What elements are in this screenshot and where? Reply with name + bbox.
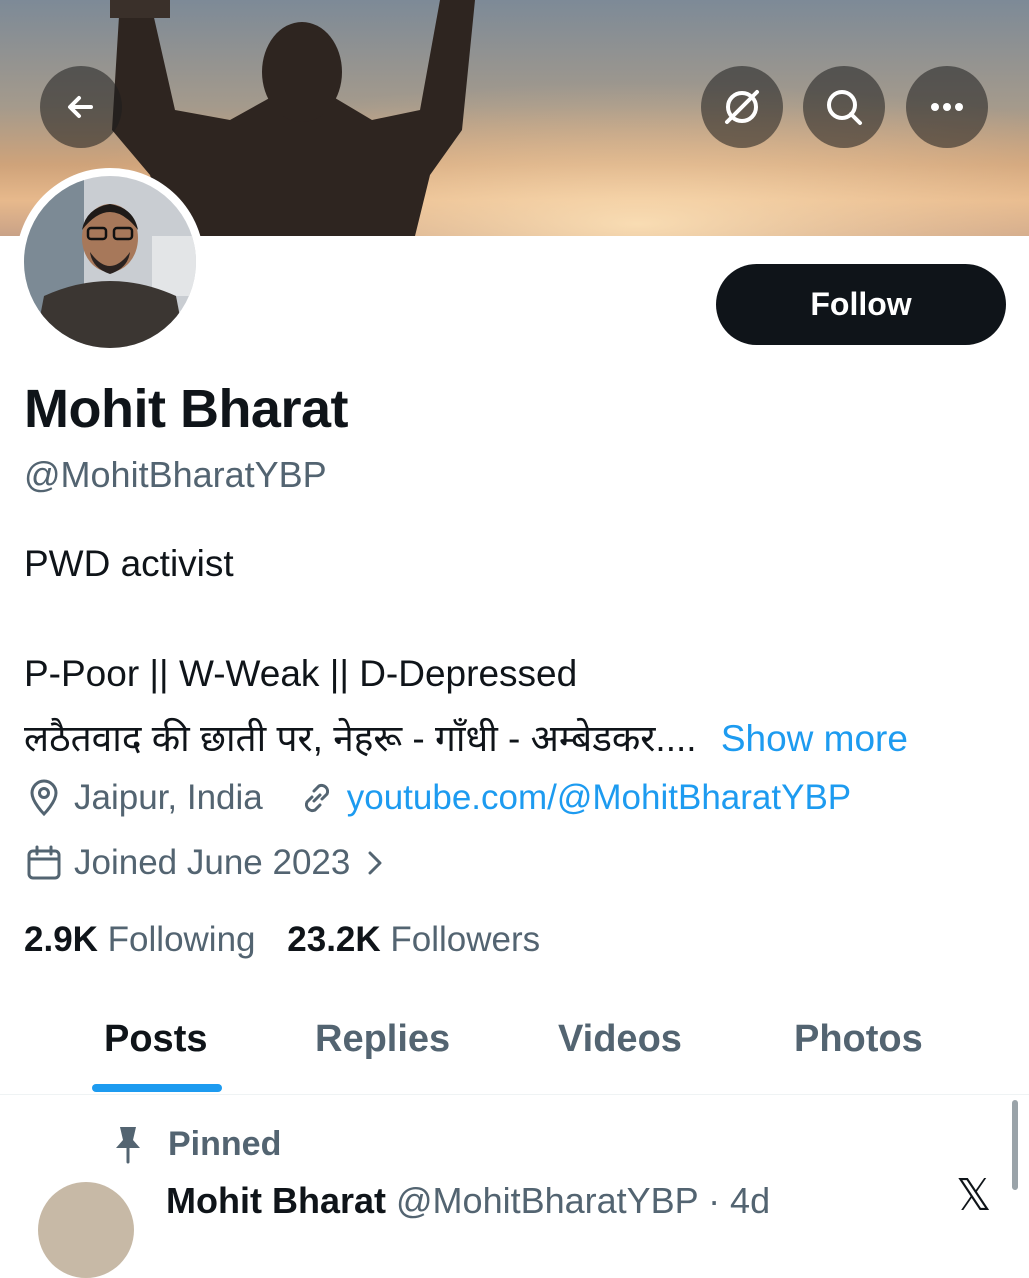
calendar-icon <box>24 843 64 883</box>
pinned-indicator: Pinned <box>110 1124 281 1164</box>
followers-stat[interactable]: 23.2K Followers <box>287 920 540 959</box>
tab-photos[interactable]: Photos <box>794 1018 923 1061</box>
profile-meta-row: Jaipur, India youtube.com/@MohitBharatYB… <box>24 778 851 818</box>
post-author-handle: @MohitBharatYBP <box>396 1180 699 1221</box>
back-arrow-icon <box>61 87 101 127</box>
x-logo-icon: 𝕏 <box>956 1171 992 1220</box>
profile-avatar[interactable] <box>16 168 204 356</box>
show-more-link[interactable]: Show more <box>721 718 908 759</box>
profile-handle: @MohitBharatYBP <box>24 454 327 495</box>
following-stat[interactable]: 2.9K Following <box>24 920 256 959</box>
following-label: Following <box>107 920 256 959</box>
following-count: 2.9K <box>24 920 98 959</box>
follow-stats: 2.9K Following 23.2K Followers <box>24 920 540 960</box>
joined-row[interactable]: Joined June 2023 <box>24 843 396 883</box>
pinned-label: Pinned <box>168 1124 282 1163</box>
search-icon <box>823 86 865 128</box>
profile-joined: Joined June 2023 <box>74 843 351 882</box>
tab-posts[interactable]: Posts <box>104 1018 207 1061</box>
more-button[interactable] <box>906 66 988 148</box>
profile-website-link[interactable]: youtube.com/@MohitBharatYBP <box>347 778 851 818</box>
profile-tabs: Posts Replies Videos Photos <box>0 1010 1029 1095</box>
post-author-avatar[interactable] <box>38 1182 134 1278</box>
bio-line-1: PWD activist <box>24 543 234 584</box>
followers-count: 23.2K <box>287 920 381 959</box>
profile-location: Jaipur, India <box>74 778 263 817</box>
chevron-right-icon <box>364 848 386 878</box>
post-header: Mohit Bharat @MohitBharatYBP · 4d <box>166 1180 770 1222</box>
profile-name: Mohit Bharat <box>24 379 349 439</box>
bio-line-3: लठैतवाद की छाती पर, नेहरू - गाँधी - अम्ब… <box>24 718 697 759</box>
link-icon <box>297 778 337 818</box>
post-author-name[interactable]: Mohit Bharat <box>166 1180 386 1221</box>
search-button[interactable] <box>803 66 885 148</box>
bio-line-3-container: लठैतवाद की छाती पर, नेहरू - गाँधी - अम्ब… <box>24 711 908 762</box>
more-icon <box>926 86 968 128</box>
follow-button[interactable]: Follow <box>716 264 1006 345</box>
post-age: · 4d <box>708 1180 771 1221</box>
active-tab-indicator <box>92 1084 222 1092</box>
avatar-photo <box>24 176 196 348</box>
followers-label: Followers <box>390 920 541 959</box>
explore-icon <box>721 86 763 128</box>
explore-button[interactable] <box>701 66 783 148</box>
tab-replies[interactable]: Replies <box>315 1018 450 1061</box>
back-button[interactable] <box>40 66 122 148</box>
tab-videos[interactable]: Videos <box>558 1018 682 1061</box>
pin-icon <box>110 1124 146 1164</box>
scrollbar[interactable] <box>1012 1100 1018 1190</box>
location-icon <box>24 778 64 818</box>
bio-line-2: P-Poor || W-Weak || D-Depressed <box>24 653 578 694</box>
